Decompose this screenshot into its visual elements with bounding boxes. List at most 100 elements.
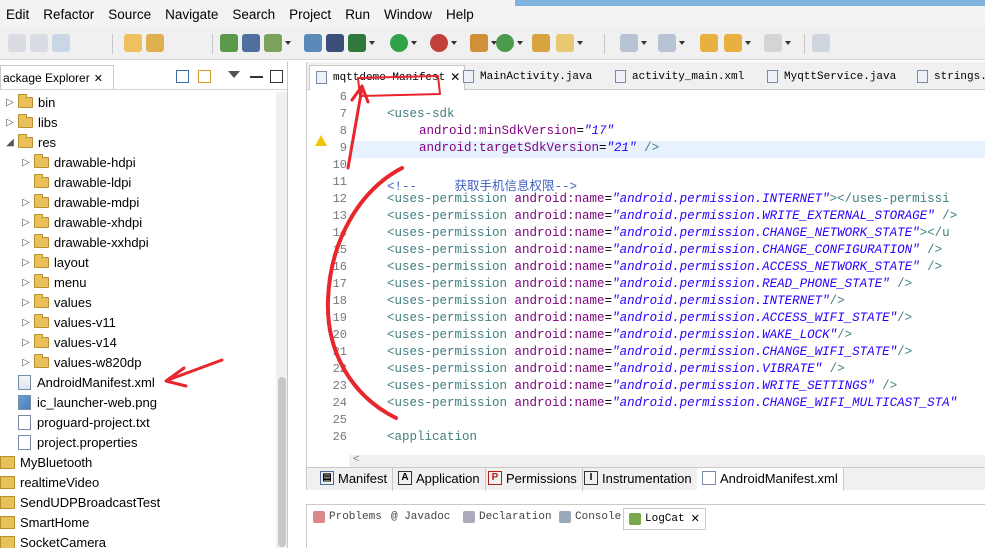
run-icon[interactable] (390, 34, 417, 52)
tab-instrumentation[interactable]: I Instrumentation (579, 468, 698, 491)
open-type-icon[interactable] (532, 34, 550, 52)
package-explorer-tab[interactable]: ackage Explorer ✕ (0, 65, 114, 89)
save-all-icon[interactable] (30, 34, 48, 52)
prev-annotation-icon[interactable] (658, 34, 685, 52)
expand-icon[interactable]: ▷ (20, 297, 32, 308)
expand-icon[interactable]: ▷ (4, 97, 16, 108)
tree-item-drawable-ldpi[interactable]: drawable-ldpi (20, 172, 131, 192)
last-edit-icon[interactable] (700, 34, 718, 52)
menu-run[interactable]: Run (345, 7, 370, 22)
tree-item-drawable-hdpi[interactable]: ▷ drawable-hdpi (20, 152, 136, 172)
forward-icon[interactable] (764, 34, 791, 52)
collapse-all-icon[interactable] (176, 70, 189, 83)
debug-icon[interactable] (348, 34, 375, 52)
menu-edit[interactable]: Edit (6, 7, 29, 22)
back-icon[interactable] (724, 34, 751, 52)
tab-manifest[interactable]: ▤ Manifest (315, 468, 394, 491)
minimize-icon[interactable] (250, 70, 263, 78)
editor-horizontal-scrollbar[interactable]: < (349, 453, 985, 467)
view-menu-icon[interactable] (228, 71, 240, 78)
menu-help[interactable]: Help (446, 7, 474, 22)
tab-javadoc[interactable]: @ Javadoc (391, 511, 450, 523)
collapse-icon[interactable]: ◢ (4, 137, 16, 148)
pin-editor-icon[interactable] (812, 34, 830, 52)
expand-icon[interactable]: ▷ (4, 117, 16, 128)
menu-source[interactable]: Source (108, 7, 151, 22)
skip-breakpoints-icon[interactable] (326, 34, 344, 52)
new-class-icon[interactable] (470, 34, 497, 52)
warning-icon[interactable] (315, 135, 327, 146)
menu-window[interactable]: Window (384, 7, 432, 22)
link-with-editor-icon[interactable] (198, 70, 211, 83)
tree-item-values-w820dp[interactable]: ▷ values-w820dp (20, 352, 141, 372)
tree-item-proguard-project[interactable]: proguard-project.txt (18, 412, 150, 432)
menu-project[interactable]: Project (289, 7, 331, 22)
avd-manager-icon[interactable] (242, 34, 260, 52)
refresh-icon[interactable] (496, 34, 523, 52)
tab-mainactivity[interactable]: MainActivity.java (457, 65, 596, 90)
expand-icon[interactable]: ▷ (20, 157, 32, 168)
text-file-icon (18, 414, 31, 430)
tree-item-values-v14[interactable]: ▷ values-v14 (20, 332, 117, 352)
menu-search[interactable]: Search (232, 7, 275, 22)
tree-item-libs[interactable]: ▷ libs (4, 112, 58, 132)
close-icon[interactable]: ✕ (691, 512, 700, 526)
lint-icon[interactable] (264, 34, 291, 52)
tree-item-socketcamera[interactable]: SocketCamera (0, 532, 106, 548)
expand-icon[interactable]: ▷ (20, 337, 32, 348)
scroll-left-icon[interactable]: < (353, 453, 359, 465)
new-android-project-icon[interactable] (304, 34, 322, 52)
next-annotation-icon[interactable] (620, 34, 647, 52)
scrollbar-thumb[interactable] (278, 377, 286, 547)
code-line: <uses-permission android:name="android.p… (387, 294, 845, 308)
expand-icon[interactable]: ▷ (20, 237, 32, 248)
toolbar (0, 28, 985, 60)
tab-application[interactable]: A Application (393, 468, 486, 491)
build-icon[interactable] (124, 34, 142, 52)
tab-declaration[interactable]: Declaration (463, 511, 552, 523)
tree-item-bin[interactable]: ▷ bin (4, 92, 55, 112)
tree-item-mybluetooth[interactable]: MyBluetooth (0, 452, 92, 472)
tree-item-layout[interactable]: ▷ layout (20, 252, 89, 272)
tree-item-res[interactable]: ◢ res (4, 132, 56, 152)
tree-item-drawable-mdpi[interactable]: ▷ drawable-mdpi (20, 192, 139, 212)
external-tools-icon[interactable] (430, 34, 457, 52)
save-icon[interactable] (8, 34, 26, 52)
tab-permissions[interactable]: P Permissions (483, 468, 583, 491)
print-icon[interactable] (52, 34, 70, 52)
tree-item-drawable-xhdpi[interactable]: ▷ drawable-xhdpi (20, 212, 142, 232)
search-tool-icon[interactable] (556, 34, 583, 52)
tree-item-smarthome[interactable]: SmartHome (0, 512, 89, 532)
tree-item-values-v11[interactable]: ▷ values-v11 (20, 312, 116, 332)
tab-console[interactable]: Console (559, 511, 621, 523)
tree-item-drawable-xxhdpi[interactable]: ▷ drawable-xxhdpi (20, 232, 149, 252)
tree-item-realtimevideo[interactable]: realtimeVideo (0, 472, 99, 492)
tree-item-sendudpbroadcasttest[interactable]: SendUDPBroadcastTest (0, 492, 160, 512)
menu-navigate[interactable]: Navigate (165, 7, 218, 22)
tab-problems[interactable]: Problems (313, 511, 382, 523)
expand-icon[interactable]: ▷ (20, 357, 32, 368)
sdk-manager-icon[interactable] (220, 34, 238, 52)
tab-androidmanifest-xml[interactable]: AndroidManifest.xml (697, 468, 844, 491)
maximize-icon[interactable] (270, 70, 283, 83)
expand-icon[interactable]: ▷ (20, 197, 32, 208)
tree-item-project-properties[interactable]: project.properties (18, 432, 137, 452)
tree-item-androidmanifest[interactable]: AndroidManifest.xml (18, 372, 155, 392)
tree-item-ic-launcher-web[interactable]: ic_launcher-web.png (18, 392, 157, 412)
tab-myqttservice[interactable]: MyqttService.java (761, 65, 900, 90)
expand-icon[interactable]: ▷ (20, 317, 32, 328)
tree-item-values[interactable]: ▷ values (20, 292, 92, 312)
expand-icon[interactable]: ▷ (20, 257, 32, 268)
expand-icon[interactable]: ▷ (20, 277, 32, 288)
tab-activity-main[interactable]: activity_main.xml (609, 65, 748, 90)
close-icon[interactable]: ✕ (94, 73, 103, 85)
tab-logcat[interactable]: LogCat ✕ (623, 508, 706, 530)
explorer-scrollbar[interactable] (276, 92, 287, 548)
tab-mqttdemo-manifest[interactable]: mqttdemo Manifest ✕ (309, 65, 466, 90)
tree-item-menu[interactable]: ▷ menu (20, 272, 87, 292)
expand-icon[interactable]: ▷ (20, 217, 32, 228)
tab-strings[interactable]: strings.x (911, 65, 985, 90)
menu-refactor[interactable]: Refactor (43, 7, 94, 22)
clean-icon[interactable] (146, 34, 164, 52)
code-editor[interactable]: <uses-sdk android:minSdkVersion="17" and… (349, 90, 985, 455)
